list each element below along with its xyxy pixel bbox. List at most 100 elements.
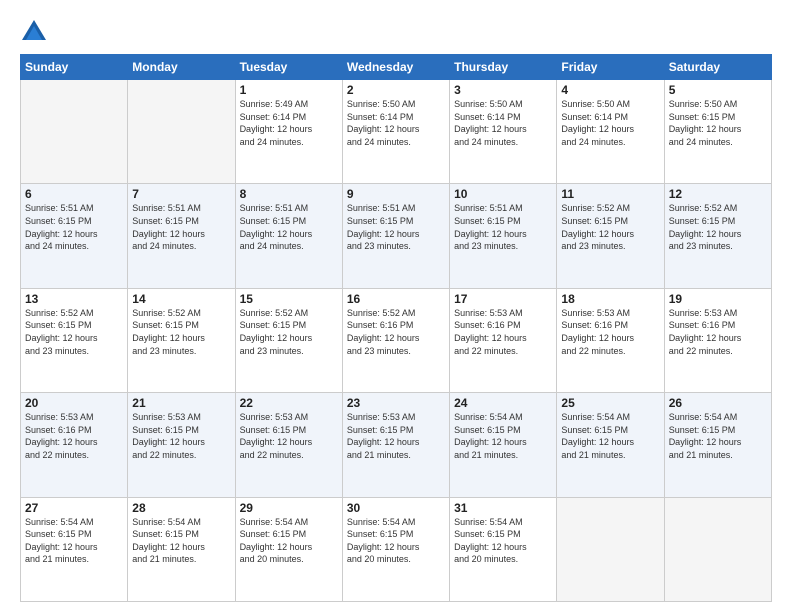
logo-icon xyxy=(20,18,48,46)
weekday-header: Wednesday xyxy=(342,55,449,80)
calendar-cell: 24Sunrise: 5:54 AM Sunset: 6:15 PM Dayli… xyxy=(450,393,557,497)
day-info: Sunrise: 5:52 AM Sunset: 6:15 PM Dayligh… xyxy=(240,307,338,357)
day-info: Sunrise: 5:51 AM Sunset: 6:15 PM Dayligh… xyxy=(347,202,445,252)
calendar-cell xyxy=(21,80,128,184)
calendar-table: SundayMondayTuesdayWednesdayThursdayFrid… xyxy=(20,54,772,602)
day-info: Sunrise: 5:51 AM Sunset: 6:15 PM Dayligh… xyxy=(454,202,552,252)
weekday-header: Tuesday xyxy=(235,55,342,80)
day-info: Sunrise: 5:50 AM Sunset: 6:14 PM Dayligh… xyxy=(561,98,659,148)
calendar-cell: 25Sunrise: 5:54 AM Sunset: 6:15 PM Dayli… xyxy=(557,393,664,497)
day-number: 7 xyxy=(132,187,230,201)
day-number: 16 xyxy=(347,292,445,306)
day-number: 13 xyxy=(25,292,123,306)
day-info: Sunrise: 5:54 AM Sunset: 6:15 PM Dayligh… xyxy=(347,516,445,566)
day-info: Sunrise: 5:49 AM Sunset: 6:14 PM Dayligh… xyxy=(240,98,338,148)
day-number: 14 xyxy=(132,292,230,306)
day-number: 27 xyxy=(25,501,123,515)
calendar-cell: 26Sunrise: 5:54 AM Sunset: 6:15 PM Dayli… xyxy=(664,393,771,497)
header xyxy=(20,18,772,46)
calendar-cell: 23Sunrise: 5:53 AM Sunset: 6:15 PM Dayli… xyxy=(342,393,449,497)
calendar-cell: 31Sunrise: 5:54 AM Sunset: 6:15 PM Dayli… xyxy=(450,497,557,601)
day-info: Sunrise: 5:50 AM Sunset: 6:14 PM Dayligh… xyxy=(347,98,445,148)
calendar-cell: 5Sunrise: 5:50 AM Sunset: 6:15 PM Daylig… xyxy=(664,80,771,184)
calendar-cell: 30Sunrise: 5:54 AM Sunset: 6:15 PM Dayli… xyxy=(342,497,449,601)
day-info: Sunrise: 5:51 AM Sunset: 6:15 PM Dayligh… xyxy=(25,202,123,252)
day-number: 11 xyxy=(561,187,659,201)
day-number: 20 xyxy=(25,396,123,410)
calendar-cell: 3Sunrise: 5:50 AM Sunset: 6:14 PM Daylig… xyxy=(450,80,557,184)
day-number: 12 xyxy=(669,187,767,201)
day-info: Sunrise: 5:54 AM Sunset: 6:15 PM Dayligh… xyxy=(454,516,552,566)
day-info: Sunrise: 5:53 AM Sunset: 6:15 PM Dayligh… xyxy=(240,411,338,461)
calendar-cell: 2Sunrise: 5:50 AM Sunset: 6:14 PM Daylig… xyxy=(342,80,449,184)
calendar-cell: 27Sunrise: 5:54 AM Sunset: 6:15 PM Dayli… xyxy=(21,497,128,601)
calendar-cell: 29Sunrise: 5:54 AM Sunset: 6:15 PM Dayli… xyxy=(235,497,342,601)
day-info: Sunrise: 5:53 AM Sunset: 6:15 PM Dayligh… xyxy=(132,411,230,461)
day-info: Sunrise: 5:53 AM Sunset: 6:16 PM Dayligh… xyxy=(25,411,123,461)
day-info: Sunrise: 5:54 AM Sunset: 6:15 PM Dayligh… xyxy=(454,411,552,461)
day-info: Sunrise: 5:52 AM Sunset: 6:15 PM Dayligh… xyxy=(669,202,767,252)
day-number: 4 xyxy=(561,83,659,97)
day-number: 22 xyxy=(240,396,338,410)
calendar-cell xyxy=(557,497,664,601)
day-number: 24 xyxy=(454,396,552,410)
day-info: Sunrise: 5:51 AM Sunset: 6:15 PM Dayligh… xyxy=(132,202,230,252)
calendar-week-row: 27Sunrise: 5:54 AM Sunset: 6:15 PM Dayli… xyxy=(21,497,772,601)
calendar-week-row: 20Sunrise: 5:53 AM Sunset: 6:16 PM Dayli… xyxy=(21,393,772,497)
day-info: Sunrise: 5:53 AM Sunset: 6:15 PM Dayligh… xyxy=(347,411,445,461)
calendar-cell xyxy=(128,80,235,184)
weekday-header: Monday xyxy=(128,55,235,80)
calendar-cell: 10Sunrise: 5:51 AM Sunset: 6:15 PM Dayli… xyxy=(450,184,557,288)
calendar-cell: 9Sunrise: 5:51 AM Sunset: 6:15 PM Daylig… xyxy=(342,184,449,288)
day-number: 5 xyxy=(669,83,767,97)
weekday-header: Sunday xyxy=(21,55,128,80)
day-info: Sunrise: 5:52 AM Sunset: 6:15 PM Dayligh… xyxy=(132,307,230,357)
logo xyxy=(20,18,52,46)
day-info: Sunrise: 5:52 AM Sunset: 6:15 PM Dayligh… xyxy=(25,307,123,357)
day-number: 6 xyxy=(25,187,123,201)
day-number: 23 xyxy=(347,396,445,410)
day-number: 15 xyxy=(240,292,338,306)
calendar-cell: 8Sunrise: 5:51 AM Sunset: 6:15 PM Daylig… xyxy=(235,184,342,288)
calendar-cell: 12Sunrise: 5:52 AM Sunset: 6:15 PM Dayli… xyxy=(664,184,771,288)
calendar-cell: 16Sunrise: 5:52 AM Sunset: 6:16 PM Dayli… xyxy=(342,288,449,392)
day-number: 3 xyxy=(454,83,552,97)
day-info: Sunrise: 5:52 AM Sunset: 6:16 PM Dayligh… xyxy=(347,307,445,357)
calendar-cell: 17Sunrise: 5:53 AM Sunset: 6:16 PM Dayli… xyxy=(450,288,557,392)
calendar-cell: 1Sunrise: 5:49 AM Sunset: 6:14 PM Daylig… xyxy=(235,80,342,184)
day-info: Sunrise: 5:52 AM Sunset: 6:15 PM Dayligh… xyxy=(561,202,659,252)
calendar-cell: 13Sunrise: 5:52 AM Sunset: 6:15 PM Dayli… xyxy=(21,288,128,392)
day-number: 9 xyxy=(347,187,445,201)
calendar-cell: 28Sunrise: 5:54 AM Sunset: 6:15 PM Dayli… xyxy=(128,497,235,601)
day-number: 25 xyxy=(561,396,659,410)
day-number: 30 xyxy=(347,501,445,515)
day-info: Sunrise: 5:54 AM Sunset: 6:15 PM Dayligh… xyxy=(25,516,123,566)
day-info: Sunrise: 5:54 AM Sunset: 6:15 PM Dayligh… xyxy=(240,516,338,566)
page: SundayMondayTuesdayWednesdayThursdayFrid… xyxy=(0,0,792,612)
calendar-cell: 7Sunrise: 5:51 AM Sunset: 6:15 PM Daylig… xyxy=(128,184,235,288)
calendar-cell: 14Sunrise: 5:52 AM Sunset: 6:15 PM Dayli… xyxy=(128,288,235,392)
day-info: Sunrise: 5:54 AM Sunset: 6:15 PM Dayligh… xyxy=(561,411,659,461)
calendar-cell: 6Sunrise: 5:51 AM Sunset: 6:15 PM Daylig… xyxy=(21,184,128,288)
day-info: Sunrise: 5:53 AM Sunset: 6:16 PM Dayligh… xyxy=(454,307,552,357)
day-number: 26 xyxy=(669,396,767,410)
day-info: Sunrise: 5:50 AM Sunset: 6:14 PM Dayligh… xyxy=(454,98,552,148)
day-number: 2 xyxy=(347,83,445,97)
day-info: Sunrise: 5:54 AM Sunset: 6:15 PM Dayligh… xyxy=(132,516,230,566)
calendar-cell: 19Sunrise: 5:53 AM Sunset: 6:16 PM Dayli… xyxy=(664,288,771,392)
calendar-week-row: 6Sunrise: 5:51 AM Sunset: 6:15 PM Daylig… xyxy=(21,184,772,288)
day-number: 21 xyxy=(132,396,230,410)
day-number: 18 xyxy=(561,292,659,306)
day-number: 1 xyxy=(240,83,338,97)
day-number: 10 xyxy=(454,187,552,201)
calendar-header-row: SundayMondayTuesdayWednesdayThursdayFrid… xyxy=(21,55,772,80)
day-number: 17 xyxy=(454,292,552,306)
weekday-header: Saturday xyxy=(664,55,771,80)
calendar-week-row: 13Sunrise: 5:52 AM Sunset: 6:15 PM Dayli… xyxy=(21,288,772,392)
day-info: Sunrise: 5:53 AM Sunset: 6:16 PM Dayligh… xyxy=(561,307,659,357)
calendar-cell: 21Sunrise: 5:53 AM Sunset: 6:15 PM Dayli… xyxy=(128,393,235,497)
calendar-week-row: 1Sunrise: 5:49 AM Sunset: 6:14 PM Daylig… xyxy=(21,80,772,184)
day-number: 31 xyxy=(454,501,552,515)
calendar-cell: 18Sunrise: 5:53 AM Sunset: 6:16 PM Dayli… xyxy=(557,288,664,392)
day-number: 8 xyxy=(240,187,338,201)
